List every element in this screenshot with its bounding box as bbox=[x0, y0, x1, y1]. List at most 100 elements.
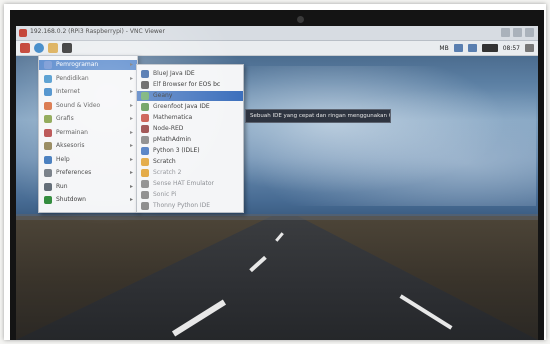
menu-item-label: Sound & Video bbox=[56, 101, 101, 109]
menu-item-label: Permainan bbox=[56, 128, 88, 136]
chevron-right-icon: ▸ bbox=[129, 101, 133, 109]
application-menu: Pemrograman ▸ Pendidikan ▸ Internet ▸ Sound & … bbox=[38, 55, 138, 213]
vnc-app-icon bbox=[19, 29, 27, 37]
globe-icon bbox=[44, 88, 52, 96]
menu-item-label: Grafis bbox=[56, 115, 74, 122]
menu-item[interactable]: Pemrograman ▸ bbox=[39, 60, 137, 70]
submenu-item-label: Sonic Pi bbox=[153, 191, 177, 198]
submenu-item[interactable]: Greenfoot Java IDE bbox=[137, 102, 243, 112]
file-manager-icon[interactable] bbox=[48, 43, 58, 53]
mathematica-icon bbox=[141, 114, 149, 122]
chevron-right-icon: ▸ bbox=[129, 155, 133, 163]
submenu-item[interactable]: pMathAdmin bbox=[137, 135, 243, 145]
game-icon bbox=[44, 128, 52, 137]
wifi-icon[interactable] bbox=[467, 44, 477, 52]
scratch2-icon bbox=[141, 169, 149, 177]
code-icon bbox=[44, 61, 52, 69]
nodered-icon bbox=[141, 125, 149, 133]
submenu-item-label: pMathAdmin bbox=[153, 136, 191, 143]
python-icon bbox=[141, 147, 149, 155]
submenu-item-label: Thonny Python IDE bbox=[153, 202, 211, 209]
menu-item-label: Pendidikan bbox=[56, 74, 89, 82]
chevron-right-icon: ▸ bbox=[129, 196, 133, 203]
menu-item[interactable]: Sound & Video ▸ bbox=[39, 101, 137, 111]
chevron-right-icon: ▸ bbox=[129, 74, 133, 82]
submenu-item[interactable]: Scratch 2 bbox=[137, 168, 243, 178]
menu-item[interactable]: Grafis ▸ bbox=[39, 114, 137, 124]
run-icon bbox=[44, 182, 52, 191]
menu-item[interactable]: Internet ▸ bbox=[39, 87, 137, 97]
menu-item[interactable]: Shutdown ▸ bbox=[39, 195, 137, 205]
accessories-icon bbox=[44, 142, 52, 150]
tooltip: Sebuah IDE yang cepat dan ringan menggun… bbox=[245, 109, 391, 123]
sonicpi-icon bbox=[141, 191, 149, 199]
menu-item[interactable]: Help ▸ bbox=[39, 155, 137, 165]
chevron-right-icon: ▸ bbox=[129, 169, 133, 176]
preferences-icon bbox=[44, 169, 52, 177]
eject-icon[interactable] bbox=[525, 44, 534, 52]
submenu-item[interactable]: Elf Browser for EOS bc bbox=[137, 80, 243, 90]
sky-wallpaper bbox=[196, 66, 536, 206]
menu-item[interactable]: Pendidikan ▸ bbox=[39, 74, 137, 84]
chevron-right-icon: ▸ bbox=[129, 61, 133, 68]
pmath-icon bbox=[141, 136, 149, 144]
menu-item-label: Pemrograman bbox=[56, 61, 99, 68]
horizon-line bbox=[16, 214, 538, 220]
minimize-button[interactable] bbox=[501, 28, 510, 37]
submenu-item[interactable]: Geany bbox=[137, 91, 243, 101]
raspberry-menu-icon[interactable] bbox=[20, 43, 30, 53]
submenu-item-label: Python 3 (IDLE) bbox=[153, 147, 200, 154]
browser-launcher-icon[interactable] bbox=[34, 43, 44, 53]
taskbar-panel: MB 08:57 bbox=[16, 41, 538, 56]
submenu-item[interactable]: Python 3 (IDLE) bbox=[137, 146, 243, 156]
submenu-item-label: Geany bbox=[153, 92, 173, 99]
menu-item-label: Run bbox=[56, 182, 68, 190]
window-title: 192.168.0.2 (RPi3 Raspberrypi) - VNC Vie… bbox=[30, 28, 165, 35]
chevron-right-icon: ▸ bbox=[129, 142, 133, 149]
webcam-icon bbox=[297, 16, 304, 23]
menu-item-label: Internet bbox=[56, 88, 80, 95]
menu-item[interactable]: Aksesoris ▸ bbox=[39, 141, 137, 151]
help-icon bbox=[44, 155, 52, 164]
maximize-button[interactable] bbox=[513, 28, 522, 37]
music-icon bbox=[44, 101, 52, 110]
chevron-right-icon: ▸ bbox=[129, 88, 133, 95]
menu-item[interactable]: Permainan ▸ bbox=[39, 128, 137, 138]
programming-submenu: BlueJ Java IDE Elf Browser for EOS bc Gean… bbox=[136, 64, 244, 213]
geany-icon bbox=[141, 92, 149, 100]
browser-icon bbox=[141, 81, 149, 89]
submenu-item-label: Elf Browser for EOS bc bbox=[153, 81, 221, 88]
close-button[interactable] bbox=[525, 28, 534, 37]
tray-indicator: MB bbox=[439, 44, 449, 52]
window-controls bbox=[501, 28, 534, 37]
chevron-right-icon: ▸ bbox=[129, 128, 133, 136]
tray-clock: 08:57 bbox=[502, 44, 520, 52]
submenu-item-label: Greenfoot Java IDE bbox=[153, 103, 210, 110]
menu-item[interactable]: Preferences ▸ bbox=[39, 168, 137, 178]
bluej-icon bbox=[141, 70, 149, 78]
submenu-item-label: Mathematica bbox=[153, 114, 193, 121]
menu-item[interactable]: Run ▸ bbox=[39, 182, 137, 192]
menu-item-label: Aksesoris bbox=[56, 142, 85, 149]
scratch-icon bbox=[141, 158, 149, 166]
system-tray: MB 08:57 bbox=[439, 42, 534, 54]
submenu-item-label: Node-RED bbox=[153, 125, 184, 132]
submenu-item[interactable]: Node-RED bbox=[137, 124, 243, 134]
submenu-item[interactable]: Sense HAT Emulator bbox=[137, 179, 243, 189]
menu-item-label: Preferences bbox=[56, 169, 92, 176]
submenu-item[interactable]: Scratch bbox=[137, 157, 243, 167]
submenu-item[interactable]: Sonic Pi bbox=[137, 190, 243, 200]
submenu-item-label: Scratch 2 bbox=[153, 169, 182, 176]
terminal-icon[interactable] bbox=[62, 43, 72, 53]
greenfoot-icon bbox=[141, 103, 149, 111]
submenu-item[interactable]: BlueJ Java IDE bbox=[137, 69, 243, 79]
menu-item-label: Shutdown bbox=[56, 196, 86, 203]
thonny-icon bbox=[141, 202, 149, 210]
submenu-item[interactable]: Mathematica bbox=[137, 113, 243, 123]
bluetooth-icon[interactable] bbox=[453, 44, 463, 52]
submenu-item-label: Scratch bbox=[153, 158, 176, 165]
volume-icon[interactable] bbox=[481, 44, 498, 52]
sensehat-icon bbox=[141, 180, 149, 188]
submenu-item[interactable]: Thonny Python IDE bbox=[137, 201, 243, 211]
shutdown-icon bbox=[44, 196, 52, 204]
